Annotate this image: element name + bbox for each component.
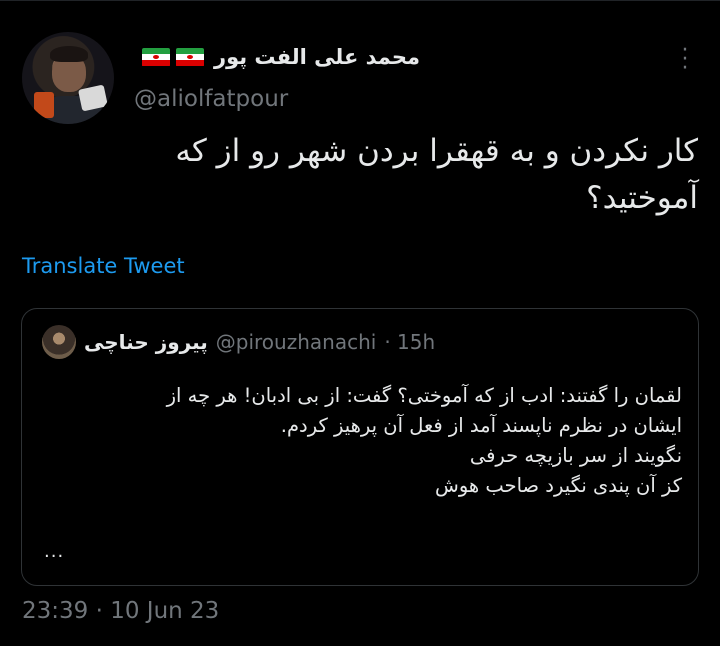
quoted-tweet-card[interactable]: پیروز حناچی @pirouzhanachi · 15h لقمان ر… bbox=[21, 308, 699, 586]
author-display-name[interactable]: محمد علی الفت پور bbox=[214, 45, 420, 69]
quoted-text-line: نگویند از سر بازیچه حرفی bbox=[469, 444, 682, 467]
top-divider bbox=[0, 0, 720, 1]
flag-emojis bbox=[141, 47, 204, 67]
quoted-text-line: ایشان در نظرم ناپسند آمد از فعل آن پرهیز… bbox=[280, 414, 682, 437]
iran-flag-icon bbox=[175, 47, 204, 67]
quoted-author-handle[interactable]: @pirouzhanachi bbox=[216, 330, 377, 354]
quoted-tweet-time: · 15h bbox=[384, 330, 436, 354]
iran-flag-icon bbox=[141, 47, 170, 67]
quoted-tweet-ellipsis: ... bbox=[44, 541, 65, 562]
tweet-text-line: آموختید؟ bbox=[586, 180, 698, 216]
author-handle[interactable]: @aliolfatpour bbox=[134, 86, 288, 112]
tweet-text-line: کار نکردن و به قهقرا بردن شهر رو از که bbox=[175, 133, 698, 169]
tweet-text: کار نکردن و به قهقرا بردن شهر رو از که آ… bbox=[40, 128, 698, 222]
more-options-icon[interactable]: · · · bbox=[676, 40, 694, 80]
tweet-timestamp[interactable]: 23:39 · 10 Jun 23 bbox=[22, 598, 219, 624]
quoted-tweet-text: لقمان را گفتند: ادب از که آموختی؟ گفت: ا… bbox=[42, 381, 682, 501]
translate-tweet-link[interactable]: Translate Tweet bbox=[22, 254, 185, 278]
quoted-author-name[interactable]: پیروز حناچی bbox=[84, 330, 208, 354]
author-avatar[interactable] bbox=[22, 32, 114, 124]
quoted-text-line: کز آن پندی نگیرد صاحب هوش bbox=[435, 474, 682, 497]
quoted-text-line: لقمان را گفتند: ادب از که آموختی؟ گفت: ا… bbox=[166, 384, 682, 407]
quoted-tweet-header: پیروز حناچی @pirouzhanachi · 15h bbox=[42, 323, 435, 361]
quoted-author-avatar[interactable] bbox=[42, 325, 76, 359]
author-name-row[interactable]: محمد علی الفت پور bbox=[141, 40, 420, 74]
